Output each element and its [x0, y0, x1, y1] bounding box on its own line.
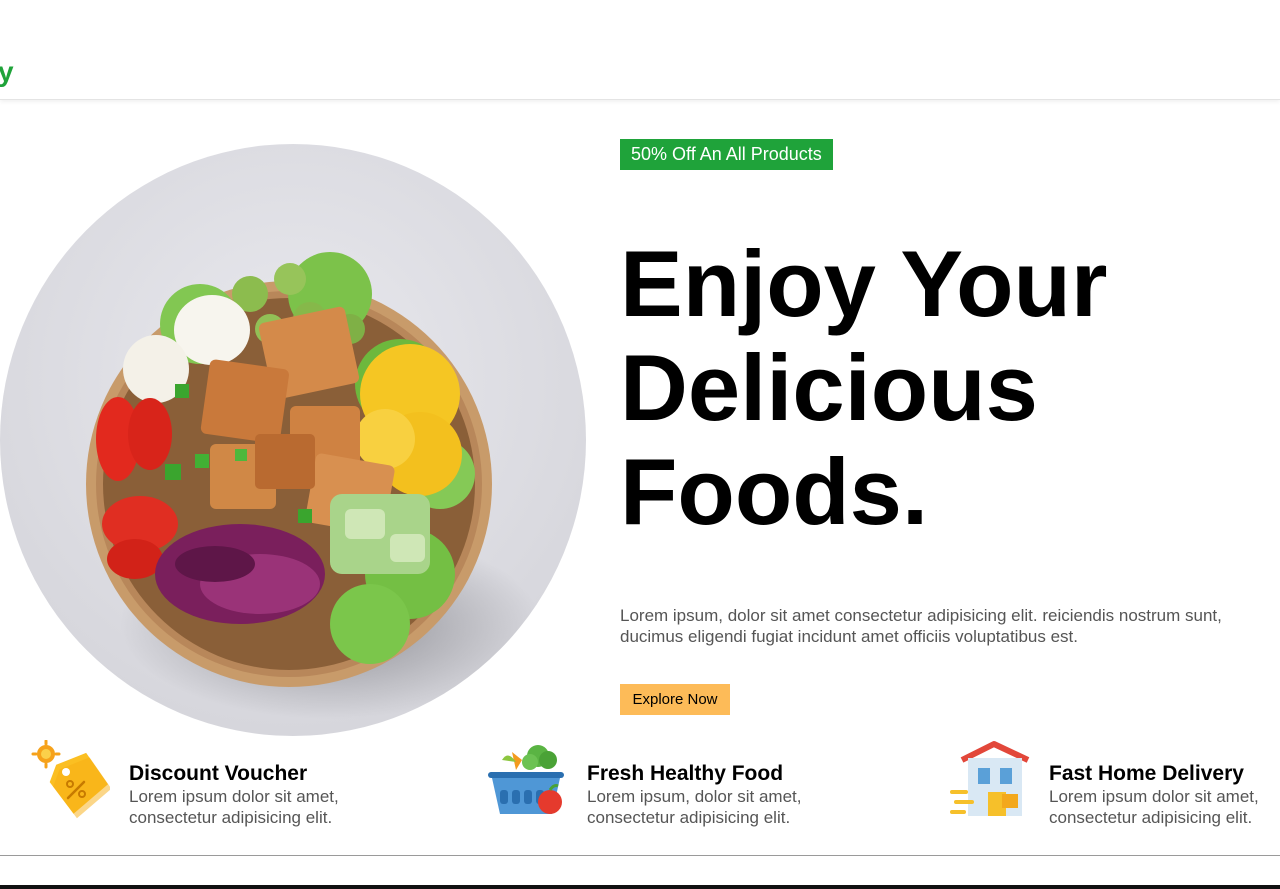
hero-title-line: Enjoy Your — [620, 231, 1108, 336]
feature-description: Lorem ipsum, dolor sit amet, consectetur… — [587, 786, 801, 828]
delivery-house-icon — [950, 741, 1030, 816]
feature-description-line: Lorem ipsum dolor sit amet, — [129, 787, 339, 806]
feature-description-line: Lorem ipsum dolor sit amet, — [1049, 787, 1259, 806]
salad-bowl-image — [0, 144, 586, 736]
feature-discount-voucher: Discount Voucher Lorem ipsum dolor sit a… — [30, 740, 450, 840]
grocery-basket-icon — [488, 745, 564, 814]
feature-description: Lorem ipsum dolor sit amet, consectetur … — [1049, 786, 1259, 828]
hero-description: Lorem ipsum, dolor sit amet consectetur … — [620, 605, 1280, 647]
feature-fast-home-delivery: Fast Home Delivery Lorem ipsum dolor sit… — [950, 740, 1280, 840]
feature-description-line: consectetur adipisicing elit. — [1049, 808, 1253, 827]
feature-title: Discount Voucher — [129, 762, 308, 785]
bottom-border — [0, 885, 1280, 889]
hero-description-line: ducimus eligendi fugiat incidunt amet of… — [620, 627, 1078, 646]
hero-title: Enjoy Your Delicious Foods. — [620, 232, 1260, 544]
feature-description-line: consectetur adipisicing elit. — [587, 808, 791, 827]
feature-description-line: Lorem ipsum, dolor sit amet, — [587, 787, 802, 806]
feature-fresh-healthy-food: Fresh Healthy Food Lorem ipsum, dolor si… — [486, 740, 916, 840]
site-logo[interactable]: y — [0, 56, 14, 88]
feature-description: Lorem ipsum dolor sit amet, consectetur … — [129, 786, 339, 828]
feature-title: Fresh Healthy Food — [587, 762, 784, 785]
promo-badge: 50% Off An All Products — [620, 139, 833, 170]
hero-description-line: Lorem ipsum, dolor sit amet consectetur … — [620, 606, 1222, 625]
section-divider — [0, 855, 1280, 856]
hero-title-line: Delicious — [620, 335, 1038, 440]
hero-title-line: Foods. — [620, 439, 929, 544]
feature-description-line: consectetur adipisicing elit. — [129, 808, 333, 827]
explore-now-button[interactable]: Explore Now — [620, 684, 730, 715]
discount-tag-icon — [31, 740, 110, 819]
feature-title: Fast Home Delivery — [1049, 762, 1244, 785]
site-header: y — [0, 0, 1280, 100]
